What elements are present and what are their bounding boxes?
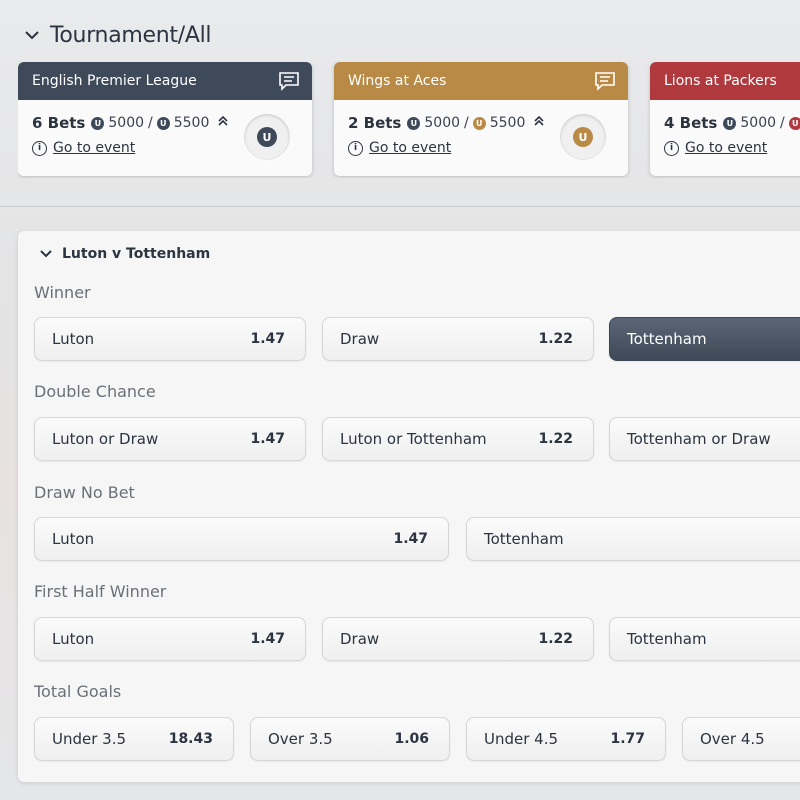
info-icon: i: [348, 140, 363, 156]
double-chevron-up-icon[interactable]: [213, 115, 229, 131]
avatar: U: [560, 114, 606, 160]
coin-icon: U: [472, 116, 486, 130]
bet-option[interactable]: Under 4.5 1.77: [466, 717, 666, 761]
match-header[interactable]: Luton v Tottenham: [40, 246, 210, 262]
bet-option[interactable]: Over 3.5 1.06: [250, 717, 450, 761]
section-title: Draw No Bet: [34, 483, 135, 502]
bet-option[interactable]: Under 3.5 18.43: [34, 717, 234, 761]
info-icon: i: [664, 140, 679, 156]
option-label: Over 3.5: [268, 730, 333, 748]
separator: /: [464, 115, 469, 131]
double-chevron-up-icon[interactable]: [529, 115, 545, 131]
tournament-cards: English Premier League 6 Bets U 5000 / U…: [18, 62, 800, 178]
markets-panel: Luton v Tottenham Winner Luton 1.47 Draw…: [18, 231, 800, 782]
odds-value: 1.22: [538, 631, 573, 647]
avatar: U: [244, 114, 290, 160]
return-amount: 5500: [173, 115, 210, 131]
tournament-card[interactable]: Lions at Packers 4 Bets U 5000 / U i Go …: [650, 62, 800, 176]
page-header[interactable]: Tournament/All: [24, 20, 212, 50]
coin-icon: U: [573, 127, 593, 147]
go-to-event-link[interactable]: Go to event: [53, 140, 135, 156]
option-label: Luton or Draw: [52, 430, 159, 448]
coin-icon: U: [788, 116, 800, 130]
odds-value: 18.43: [168, 731, 213, 747]
bet-option[interactable]: Luton 1.47: [34, 617, 306, 661]
section-title: Double Chance: [34, 382, 156, 401]
option-label: Luton: [52, 630, 95, 648]
stake-amount: 5000: [740, 115, 777, 131]
odds-value: 1.22: [538, 431, 573, 447]
go-to-event-link[interactable]: Go to event: [369, 140, 451, 156]
section-title: First Half Winner: [34, 582, 167, 601]
card-title: Lions at Packers: [664, 73, 777, 89]
bet-option-selected[interactable]: Tottenham: [609, 317, 800, 361]
card-title: English Premier League: [32, 73, 197, 89]
odds-value: 1.47: [250, 631, 285, 647]
tournament-card[interactable]: Wings at Aces 2 Bets U 5000 / U 5500 i G…: [334, 62, 628, 176]
separator: /: [780, 115, 785, 131]
bet-option[interactable]: Draw 1.22: [322, 617, 594, 661]
stake-amount: 5000: [424, 115, 461, 131]
option-label: Tottenham: [627, 330, 707, 348]
option-label: Luton: [52, 530, 95, 548]
odds-value: 1.06: [394, 731, 429, 747]
coin-icon: U: [407, 116, 421, 130]
match-title: Luton v Tottenham: [62, 246, 211, 262]
page-title: Tournament/All: [50, 22, 212, 48]
bet-option[interactable]: Tottenham or Draw: [609, 417, 800, 461]
bet-option[interactable]: Tottenham: [609, 617, 800, 661]
odds-value: 1.47: [393, 531, 428, 547]
chevron-down-icon[interactable]: [24, 27, 40, 43]
card-header: Lions at Packers: [650, 62, 800, 100]
chat-icon[interactable]: [278, 71, 300, 91]
odds-value: 1.22: [538, 331, 573, 347]
option-label: Draw: [340, 330, 380, 348]
bet-option[interactable]: Luton 1.47: [34, 517, 449, 561]
chat-icon[interactable]: [594, 71, 616, 91]
card-header: Wings at Aces: [334, 62, 628, 100]
bets-count: 4 Bets: [664, 114, 718, 132]
odds-value: 1.47: [250, 331, 285, 347]
option-label: Under 4.5: [484, 730, 559, 748]
return-amount: 5500: [489, 115, 526, 131]
coin-icon: U: [723, 116, 737, 130]
divider: [0, 206, 800, 207]
card-header: English Premier League: [18, 62, 312, 100]
odds-value: 1.77: [610, 731, 645, 747]
stake-amount: 5000: [108, 115, 145, 131]
go-to-event-link[interactable]: Go to event: [685, 140, 767, 156]
coin-icon: U: [91, 116, 105, 130]
bet-option[interactable]: Luton or Draw 1.47: [34, 417, 306, 461]
coin-icon: U: [156, 116, 170, 130]
option-label: Over 4.5: [700, 730, 765, 748]
bets-count: 6 Bets: [32, 114, 86, 132]
option-label: Tottenham: [627, 630, 707, 648]
separator: /: [148, 115, 153, 131]
option-label: Luton: [52, 330, 95, 348]
option-label: Tottenham: [484, 530, 564, 548]
chevron-down-icon[interactable]: [40, 246, 52, 262]
section-title: Winner: [34, 283, 91, 302]
bets-count: 2 Bets: [348, 114, 402, 132]
option-label: Tottenham or Draw: [627, 430, 771, 448]
bet-option[interactable]: Draw 1.22: [322, 317, 594, 361]
tournament-card[interactable]: English Premier League 6 Bets U 5000 / U…: [18, 62, 312, 176]
option-label: Under 3.5: [52, 730, 127, 748]
bet-option[interactable]: Luton 1.47: [34, 317, 306, 361]
coin-icon: U: [257, 127, 277, 147]
bet-option[interactable]: Over 4.5: [682, 717, 800, 761]
option-label: Luton or Tottenham: [340, 430, 487, 448]
info-icon: i: [32, 140, 47, 156]
bet-option[interactable]: Luton or Tottenham 1.22: [322, 417, 594, 461]
card-title: Wings at Aces: [348, 73, 447, 89]
bet-option[interactable]: Tottenham: [466, 517, 800, 561]
section-title: Total Goals: [34, 682, 122, 701]
odds-value: 1.47: [250, 431, 285, 447]
option-label: Draw: [340, 630, 380, 648]
